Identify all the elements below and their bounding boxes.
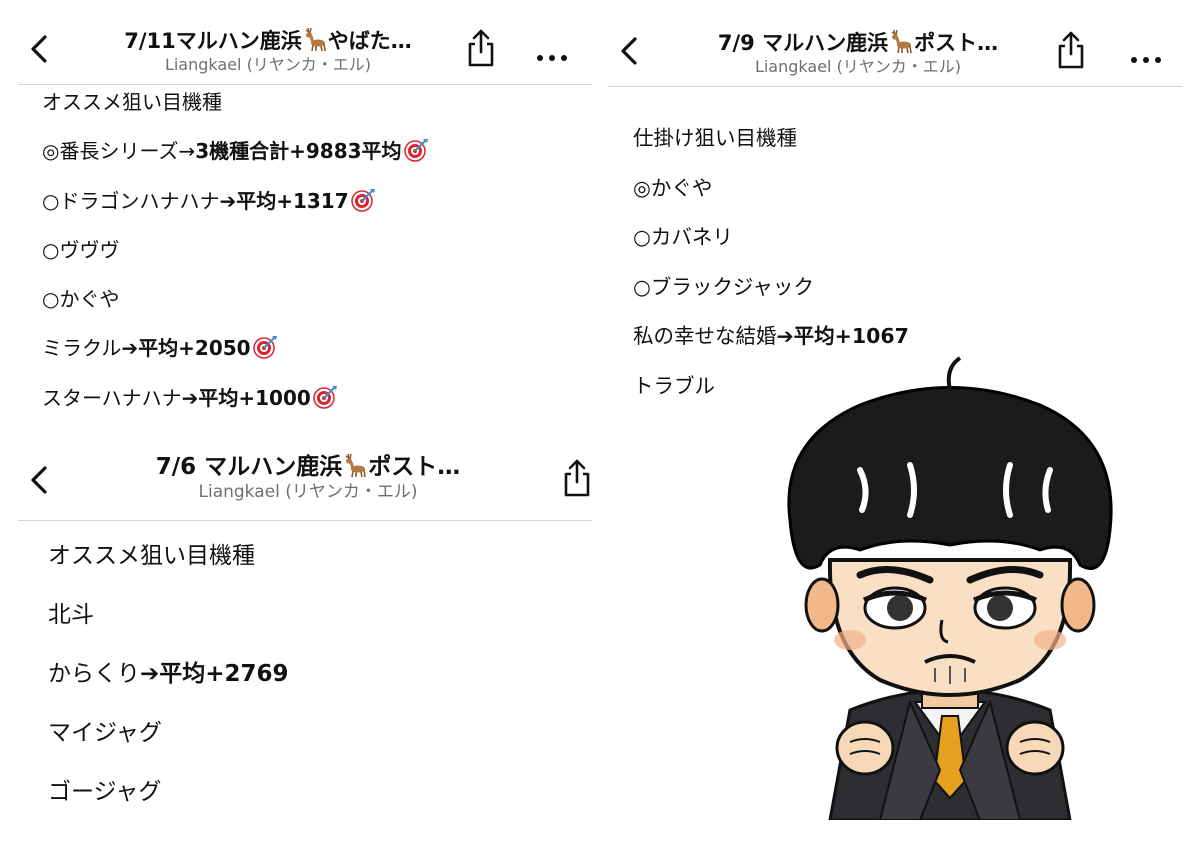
post-line: ○ヴヴヴ: [42, 232, 429, 281]
back-chevron-icon[interactable]: [28, 34, 50, 64]
post-line-highlight: ➔平均+2769: [140, 661, 289, 687]
post-line: ミラクル➔平均+2050: [42, 330, 429, 379]
header-titles: 7/11マルハン鹿浜 やばた… Liangkael (リヤンカ・エル): [88, 26, 448, 75]
more-options-icon[interactable]: [536, 48, 568, 61]
header-titles: 7/9 マルハン鹿浜 ポスト… Liangkael (リヤンカ・エル): [688, 28, 1028, 77]
post-line-text: からくり: [48, 661, 140, 687]
nav-header: 7/6 マルハン鹿浜 ポスト… Liangkael (リヤンカ・エル): [18, 440, 592, 521]
author-label: Liangkael (リヤンカ・エル): [754, 57, 962, 76]
post-title-text: 7/9 マルハン鹿浜: [717, 31, 889, 55]
post-line: ○カバネリ: [633, 217, 909, 267]
post-line-text: ミラクル: [42, 336, 122, 361]
post-title-text: 7/11マルハン鹿浜: [124, 29, 302, 53]
post-line: ○ブラックジャック: [633, 267, 909, 317]
post-title-suffix: ポスト…: [368, 454, 461, 480]
screen-1: 7/11マルハン鹿浜 やばた… Liangkael (リヤンカ・エル) オススメ狙…: [0, 0, 600, 440]
post-line-text: ◎かぐや: [633, 175, 713, 200]
post-line-highlight: ➔平均+1000: [181, 385, 311, 410]
post-line-text: ○カバネリ: [633, 225, 733, 249]
nav-header: 7/11マルハン鹿浜 やばた… Liangkael (リヤンカ・エル): [18, 0, 592, 85]
post-line: からくり➔平均+2769: [48, 653, 289, 712]
post-line: ◎番長シリーズ→3機種合計+9883平均: [42, 133, 429, 182]
deer-icon: [302, 26, 328, 52]
nav-header: 7/9 マルハン鹿浜 ポスト… Liangkael (リヤンカ・エル): [608, 0, 1182, 87]
cartoon-man-illustration: [710, 350, 1190, 820]
post-line-text: 仕掛け狙い目機種: [633, 126, 797, 150]
back-chevron-icon[interactable]: [28, 465, 50, 495]
post-line-highlight: ➔平均+1067: [776, 324, 909, 348]
post-line-text: ◎番長シリーズ→: [42, 139, 196, 164]
author-label: Liangkael (リヤンカ・エル): [164, 55, 372, 74]
post-line: ○かぐや: [42, 281, 429, 330]
post-line: オススメ狙い目機種: [48, 535, 289, 594]
direct-hit-icon: [350, 187, 376, 213]
post-line-text: ○ヴヴヴ: [42, 237, 120, 262]
post-line-text: ○ドラゴンハナハナ: [42, 188, 220, 213]
post-line-highlight: 3機種合計+9883平均: [195, 139, 402, 164]
post-body: オススメ狙い目機種 北斗からくり➔平均+2769 マイジャグゴージャグ: [48, 535, 289, 830]
share-icon[interactable]: [1056, 30, 1086, 70]
back-chevron-icon[interactable]: [618, 36, 640, 66]
post-line-text: ○かぐや: [42, 287, 120, 312]
screen-2: 7/6 マルハン鹿浜 ポスト… Liangkael (リヤンカ・エル) オススメ狙…: [0, 440, 600, 841]
header-titles: 7/6 マルハン鹿浜 ポスト… Liangkael (リヤンカ・エル): [108, 452, 508, 502]
post-line: ○ドラゴンハナハナ➔平均+1317: [42, 183, 429, 232]
direct-hit-icon: [312, 384, 338, 410]
direct-hit-icon: [252, 334, 278, 360]
post-line-text: トラブル: [633, 373, 715, 398]
post-line-text: ゴージャグ: [48, 779, 162, 805]
deer-icon: [342, 452, 368, 478]
post-title: 7/11マルハン鹿浜 やばた…: [88, 26, 448, 55]
post-line: 仕掛け狙い目機種: [633, 118, 909, 168]
screen-3: 7/9 マルハン鹿浜 ポスト… Liangkael (リヤンカ・エル) 仕掛け狙い…: [600, 0, 1200, 841]
share-icon[interactable]: [466, 28, 496, 68]
author-label: Liangkael (リヤンカ・エル): [198, 482, 418, 502]
post-line-text: オススメ狙い目機種: [48, 543, 255, 569]
share-icon[interactable]: [562, 458, 592, 498]
post-title-text: 7/6 マルハン鹿浜: [155, 454, 343, 480]
post-line-text: マイジャグ: [48, 720, 162, 746]
post-title: 7/6 マルハン鹿浜 ポスト…: [108, 452, 508, 482]
post-line-text: スターハナハナ: [42, 385, 182, 410]
post-line: ◎かぐや: [633, 168, 909, 218]
post-title-suffix: ポスト…: [914, 31, 999, 55]
post-line-text: 私の幸せな結婚: [633, 324, 777, 348]
post-line: スターハナハナ➔平均+1000: [42, 380, 429, 429]
post-line: 北斗: [48, 594, 289, 653]
post-title: 7/9 マルハン鹿浜 ポスト…: [688, 28, 1028, 57]
post-line-text: 北斗: [48, 602, 94, 628]
direct-hit-icon: [403, 137, 429, 163]
post-line-text: ○ブラックジャック: [633, 274, 814, 299]
post-line: ゴージャグ: [48, 771, 289, 830]
deer-icon: [888, 28, 914, 54]
post-line: オススメ狙い目機種: [42, 84, 429, 133]
post-line: マイジャグ: [48, 712, 289, 771]
post-line-text: オススメ狙い目機種: [42, 90, 222, 114]
post-body: オススメ狙い目機種 ◎番長シリーズ→3機種合計+9883平均 ○ドラゴンハナハナ➔平…: [42, 84, 429, 429]
post-line-highlight: ➔平均+1317: [219, 188, 349, 213]
more-options-icon[interactable]: [1130, 50, 1162, 63]
post-line-highlight: ➔平均+2050: [121, 336, 251, 361]
post-title-suffix: やばた…: [327, 29, 412, 53]
